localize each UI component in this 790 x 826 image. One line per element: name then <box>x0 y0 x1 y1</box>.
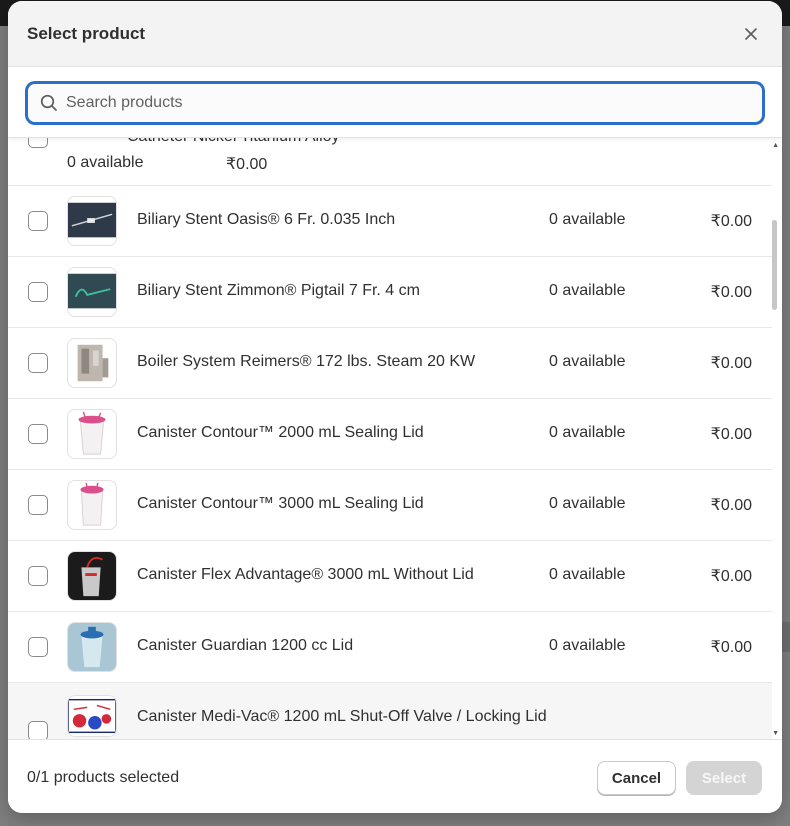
product-availability: 0 available <box>549 282 626 299</box>
biliary-stent-oasis-image <box>67 196 117 246</box>
canister-contour-2000-image <box>67 409 117 459</box>
scroll-thumb[interactable] <box>772 220 777 310</box>
product-row[interactable]: Canister Medi-Vac® 1200 mL Shut-Off Valv… <box>8 683 772 739</box>
product-row[interactable]: Canister Contour™ 3000 mL Sealing Lid 0 … <box>8 470 772 541</box>
product-availability: 0 available <box>67 154 144 171</box>
search-input[interactable] <box>66 84 746 122</box>
search-icon <box>40 94 57 111</box>
select-product-modal: Select product Catheter Nickel Titanium … <box>8 1 782 813</box>
product-name: Biliary Stent Oasis® 6 Fr. 0.035 Inch <box>137 211 396 228</box>
product-name: Canister Contour™ 2000 mL Sealing Lid <box>137 424 424 441</box>
modal-footer: 0/1 products selected Cancel Select <box>8 739 782 813</box>
product-price: ₹0.00 <box>710 639 752 656</box>
product-name: Canister Contour™ 3000 mL Sealing Lid <box>137 495 424 512</box>
product-name: Biliary Stent Zimmon® Pigtail 7 Fr. 4 cm <box>137 282 420 299</box>
product-checkbox[interactable] <box>28 721 48 739</box>
boiler-system-image <box>67 338 117 388</box>
product-checkbox[interactable] <box>28 353 48 373</box>
canister-flex-advantage-image <box>67 551 117 601</box>
product-checkbox[interactable] <box>28 138 48 148</box>
product-row[interactable]: Canister Contour™ 2000 mL Sealing Lid 0 … <box>8 399 772 470</box>
cancel-button[interactable]: Cancel <box>597 761 676 795</box>
close-icon <box>745 28 757 40</box>
product-checkbox[interactable] <box>28 637 48 657</box>
close-button[interactable] <box>740 23 762 45</box>
product-price: ₹0.00 <box>710 355 752 372</box>
product-row[interactable]: Biliary Stent Oasis® 6 Fr. 0.035 Inch 0 … <box>8 186 772 257</box>
search-bar <box>8 67 782 138</box>
canister-medi-vac-image <box>67 695 117 737</box>
canister-guardian-image <box>67 622 117 672</box>
product-row[interactable]: Canister Flex Advantage® 3000 mL Without… <box>8 541 772 612</box>
product-availability: 0 available <box>549 211 626 228</box>
scroll-down-arrow-icon[interactable]: ▼ <box>772 730 779 737</box>
product-checkbox[interactable] <box>28 424 48 444</box>
product-availability: 0 available <box>549 566 626 583</box>
canister-contour-3000-image <box>67 480 117 530</box>
product-checkbox[interactable] <box>28 566 48 586</box>
product-row[interactable]: Biliary Stent Zimmon® Pigtail 7 Fr. 4 cm… <box>8 257 772 328</box>
list-scrollbar[interactable]: ▲ ▼ <box>772 138 780 739</box>
product-availability: 0 available <box>549 637 626 654</box>
search-box <box>26 82 764 124</box>
modal-title: Select product <box>27 24 146 43</box>
modal-header: Select product <box>8 1 782 67</box>
product-price: ₹0.00 <box>710 497 752 514</box>
product-name: Catheter Nickel Titanium Alloy <box>127 138 340 146</box>
product-availability: 0 available <box>549 424 626 441</box>
product-row[interactable]: Boiler System Reimers® 172 lbs. Steam 20… <box>8 328 772 399</box>
product-checkbox[interactable] <box>28 211 48 231</box>
biliary-stent-zimmon-image <box>67 267 117 317</box>
product-price: ₹0.00 <box>710 426 752 443</box>
product-price: ₹0.00 <box>710 213 752 230</box>
selected-count: 0/1 products selected <box>27 769 180 786</box>
product-row[interactable]: Canister Guardian 1200 cc Lid 0 availabl… <box>8 612 772 683</box>
product-name: Canister Flex Advantage® 3000 mL Without… <box>137 566 474 583</box>
product-checkbox[interactable] <box>28 495 48 515</box>
product-name: Canister Medi-Vac® 1200 mL Shut-Off Valv… <box>137 708 547 725</box>
product-price: ₹0.00 <box>226 156 268 173</box>
product-price: ₹0.00 <box>710 284 752 301</box>
select-button[interactable]: Select <box>686 761 762 795</box>
product-availability: 0 available <box>549 495 626 512</box>
product-name: Boiler System Reimers® 172 lbs. Steam 20… <box>137 353 476 370</box>
product-availability: 0 available <box>549 353 626 370</box>
product-row-partial[interactable]: Catheter Nickel Titanium Alloy 0 availab… <box>8 138 772 186</box>
product-name: Canister Guardian 1200 cc Lid <box>137 637 354 654</box>
background-left-strip <box>0 26 8 826</box>
product-price: ₹0.00 <box>710 568 752 585</box>
product-checkbox[interactable] <box>28 282 48 302</box>
scroll-up-arrow-icon[interactable]: ▲ <box>772 142 779 149</box>
product-list[interactable]: Catheter Nickel Titanium Alloy 0 availab… <box>8 138 782 739</box>
